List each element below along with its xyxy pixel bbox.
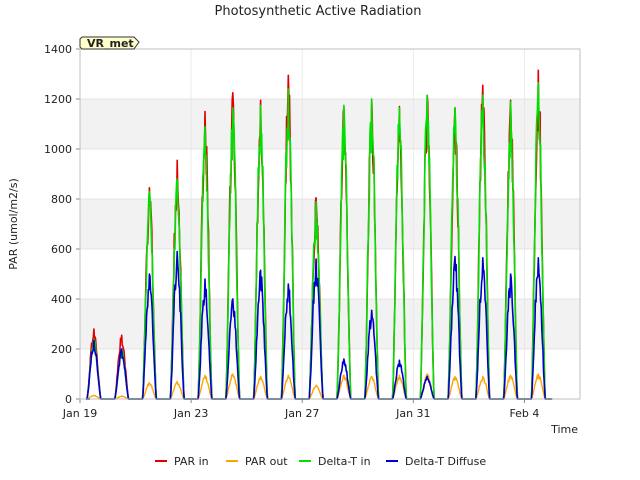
y-axis-ticks: 0 200 400 600 800 1000 1200 1400 [44, 43, 80, 406]
legend-label: PAR out [245, 455, 288, 468]
legend-label: Delta-T in [318, 455, 371, 468]
site-badge: VR_met [79, 36, 140, 50]
y-tick-label: 1000 [44, 143, 72, 156]
chart-title: Photosynthetic Active Radiation [215, 4, 422, 19]
y-tick-label: 800 [51, 193, 72, 206]
y-tick-label: 600 [51, 243, 72, 256]
x-tick-label: Feb 4 [509, 407, 539, 420]
par-chart: Photosynthetic Active Radiation 0 200 400 6… [7, 4, 581, 468]
legend-label: Delta-T Diffuse [405, 455, 486, 468]
x-tick-label: Jan 27 [284, 407, 319, 420]
x-tick-label: Jan 31 [395, 407, 430, 420]
y-tick-label: 400 [51, 293, 72, 306]
legend: PAR in PAR out Delta-T in Delta-T Diffuse [155, 455, 486, 468]
y-tick-label: 1400 [44, 43, 72, 56]
x-axis-label: Time [550, 423, 578, 436]
y-tick-label: 200 [51, 343, 72, 356]
grid-band [80, 199, 580, 249]
grid-band [80, 99, 580, 149]
y-tick-label: 1200 [44, 93, 72, 106]
badge-label: VR_met [87, 37, 134, 50]
y-axis-label: PAR (umol/m2/s) [7, 178, 20, 270]
x-axis-ticks: Jan 19 Jan 23 Jan 27 Jan 31 Feb 4 [62, 399, 539, 420]
legend-label: PAR in [174, 455, 209, 468]
x-tick-label: Jan 23 [173, 407, 208, 420]
x-tick-label: Jan 19 [62, 407, 97, 420]
y-tick-label: 0 [65, 393, 72, 406]
